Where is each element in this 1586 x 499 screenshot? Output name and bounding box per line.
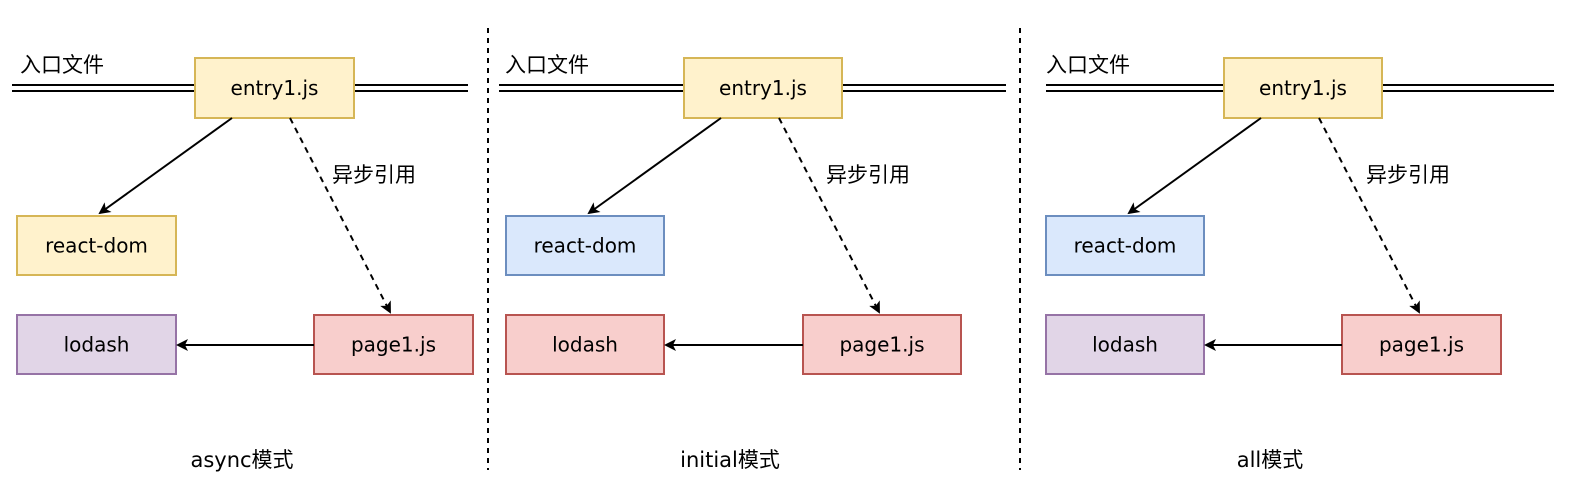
mode-label: async模式 <box>190 448 293 472</box>
page-node-label: page1.js <box>351 333 436 357</box>
entry-to-react-arrow <box>98 117 233 215</box>
react-dom-node-label: react-dom <box>534 234 637 258</box>
diagram-canvas: 入口文件 entry1.js 异步引用 react-dom lodash pag… <box>12 28 1554 472</box>
entry-to-react-arrow <box>1127 117 1262 215</box>
async-reference-arrow <box>778 117 880 314</box>
react-dom-node: react-dom <box>505 215 665 276</box>
entry-node: entry1.js <box>194 57 355 119</box>
entry-to-react-arrow <box>587 117 722 215</box>
lodash-node-label: lodash <box>552 333 618 357</box>
mode-label: all模式 <box>1237 448 1304 472</box>
entry-file-label: 入口文件 <box>505 53 589 77</box>
lodash-node: lodash <box>505 314 665 375</box>
page-node-label: page1.js <box>1379 333 1464 357</box>
page-node: page1.js <box>1341 314 1502 375</box>
page-node: page1.js <box>313 314 474 375</box>
lodash-node-label: lodash <box>64 333 130 357</box>
entry-node: entry1.js <box>1223 57 1383 119</box>
react-dom-node-label: react-dom <box>1074 234 1177 258</box>
page-node: page1.js <box>802 314 962 375</box>
react-dom-node-label: react-dom <box>45 234 148 258</box>
async-reference-label: 异步引用 <box>1366 163 1450 187</box>
panel-all: 入口文件 entry1.js 异步引用 react-dom lodash pag… <box>1045 53 1554 472</box>
panel-async: 入口文件 entry1.js 异步引用 react-dom lodash pag… <box>12 53 474 472</box>
lodash-node: lodash <box>16 314 177 375</box>
async-reference-arrow <box>1318 117 1420 314</box>
mode-label: initial模式 <box>680 448 780 472</box>
react-dom-node: react-dom <box>16 215 177 276</box>
async-reference-arrow <box>289 117 391 314</box>
entry-node-label: entry1.js <box>1259 76 1347 100</box>
entry-node-label: entry1.js <box>719 76 807 100</box>
entry-file-label: 入口文件 <box>20 53 104 77</box>
panel-initial: 入口文件 entry1.js 异步引用 react-dom lodash pag… <box>499 53 1006 472</box>
async-reference-label: 异步引用 <box>332 163 416 187</box>
entry-node-label: entry1.js <box>231 76 319 100</box>
page-node-label: page1.js <box>839 333 924 357</box>
diagram-stage: 入口文件 entry1.js 异步引用 react-dom lodash pag… <box>0 0 1586 495</box>
entry-node: entry1.js <box>683 57 843 119</box>
lodash-node: lodash <box>1045 314 1205 375</box>
react-dom-node: react-dom <box>1045 215 1205 276</box>
entry-file-label: 入口文件 <box>1046 53 1130 77</box>
async-reference-label: 异步引用 <box>826 163 910 187</box>
lodash-node-label: lodash <box>1092 333 1158 357</box>
